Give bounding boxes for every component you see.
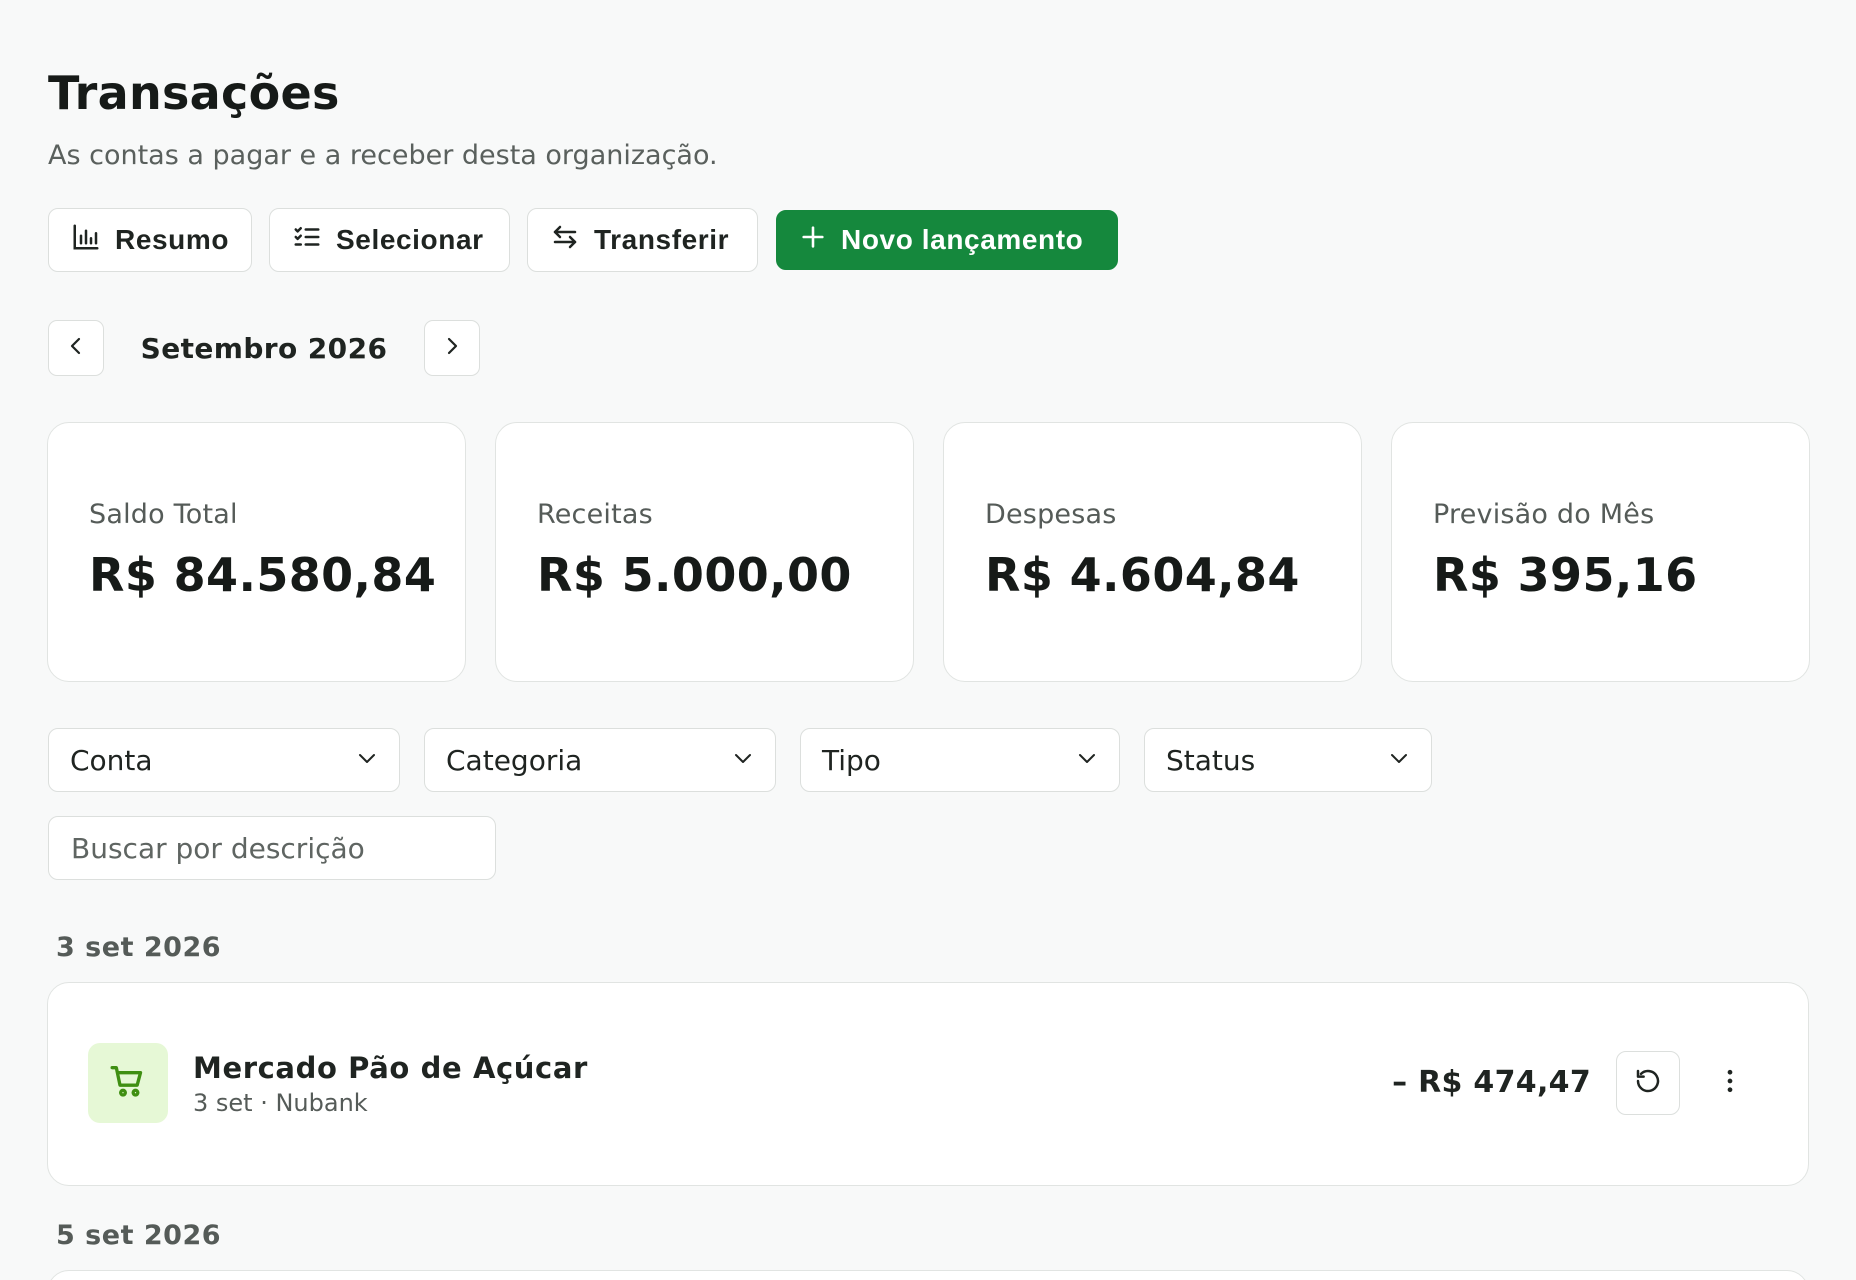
card-value: R$ 5.000,00 xyxy=(537,548,852,602)
transaction-name: Mercado Pão de Açúcar xyxy=(193,1051,588,1085)
category-filter-select[interactable]: Categoria xyxy=(424,728,776,792)
chevron-down-icon xyxy=(1075,744,1099,777)
chevron-down-icon xyxy=(731,744,755,777)
more-vertical-icon xyxy=(1715,1066,1745,1100)
next-month-button[interactable] xyxy=(424,320,480,376)
transaction-category-icon xyxy=(88,1043,168,1123)
shopping-cart-icon xyxy=(108,1061,148,1105)
card-value: R$ 395,16 xyxy=(1433,548,1698,602)
transfer-button-label: Transferir xyxy=(594,224,730,255)
description-search-input[interactable] xyxy=(48,816,496,880)
transaction-item[interactable] xyxy=(47,1270,1809,1280)
select-button-label: Selecionar xyxy=(336,224,484,255)
bar-chart-icon xyxy=(71,222,101,259)
status-filter-value: Status xyxy=(1166,743,1256,777)
card-label: Receitas xyxy=(537,499,653,530)
card-label: Despesas xyxy=(985,499,1117,530)
type-filter-select[interactable]: Tipo xyxy=(800,728,1120,792)
month-navigator: Setembro 2026 xyxy=(48,320,480,376)
new-transaction-button-label: Novo lançamento xyxy=(841,224,1084,255)
status-filter-select[interactable]: Status xyxy=(1144,728,1432,792)
chevron-down-icon xyxy=(1387,744,1411,777)
summary-button[interactable]: Resumo xyxy=(48,208,252,272)
chevron-down-icon xyxy=(355,744,379,777)
account-filter-value: Conta xyxy=(70,743,153,777)
page-subtitle: As contas a pagar e a receber desta orga… xyxy=(48,140,718,171)
summary-cards: Saldo Total R$ 84.580,84 Receitas R$ 5.0… xyxy=(47,422,1810,682)
transaction-meta: 3 set · Nubank xyxy=(193,1089,368,1117)
month-forecast-card: Previsão do Mês R$ 395,16 xyxy=(1391,422,1810,682)
card-value: R$ 84.580,84 xyxy=(89,548,437,602)
card-value: R$ 4.604,84 xyxy=(985,548,1300,602)
page-title: Transações xyxy=(48,66,340,120)
date-group-header: 3 set 2026 xyxy=(56,932,222,963)
rotate-ccw-icon xyxy=(1633,1066,1663,1100)
new-transaction-button[interactable]: Novo lançamento xyxy=(776,210,1118,270)
transactions-page: Transações As contas a pagar e a receber… xyxy=(0,0,1856,1280)
card-label: Saldo Total xyxy=(89,499,238,530)
account-filter-select[interactable]: Conta xyxy=(48,728,400,792)
card-label: Previsão do Mês xyxy=(1433,499,1655,530)
current-month-label: Setembro 2026 xyxy=(140,331,388,365)
summary-button-label: Resumo xyxy=(115,224,230,255)
arrows-swap-icon xyxy=(550,222,580,259)
transfer-button[interactable]: Transferir xyxy=(527,208,758,272)
type-filter-value: Tipo xyxy=(822,743,881,777)
date-group-header: 5 set 2026 xyxy=(56,1220,222,1251)
checklist-icon xyxy=(292,222,322,259)
recurring-toggle-button[interactable] xyxy=(1616,1051,1680,1115)
toolbar: Resumo Selecionar Transferir Novo lançam… xyxy=(48,208,1118,272)
total-balance-card: Saldo Total R$ 84.580,84 xyxy=(47,422,466,682)
chevron-left-icon xyxy=(64,334,88,362)
chevron-right-icon xyxy=(440,334,464,362)
income-card: Receitas R$ 5.000,00 xyxy=(495,422,914,682)
filters-bar: Conta Categoria Tipo Status xyxy=(48,728,1432,792)
category-filter-value: Categoria xyxy=(446,743,583,777)
previous-month-button[interactable] xyxy=(48,320,104,376)
plus-icon xyxy=(799,223,827,258)
transaction-item[interactable]: Mercado Pão de Açúcar 3 set · Nubank – R… xyxy=(47,982,1809,1186)
more-options-button[interactable] xyxy=(1712,1065,1748,1101)
select-button[interactable]: Selecionar xyxy=(269,208,510,272)
expenses-card: Despesas R$ 4.604,84 xyxy=(943,422,1362,682)
transaction-amount: – R$ 474,47 xyxy=(1392,1065,1591,1100)
